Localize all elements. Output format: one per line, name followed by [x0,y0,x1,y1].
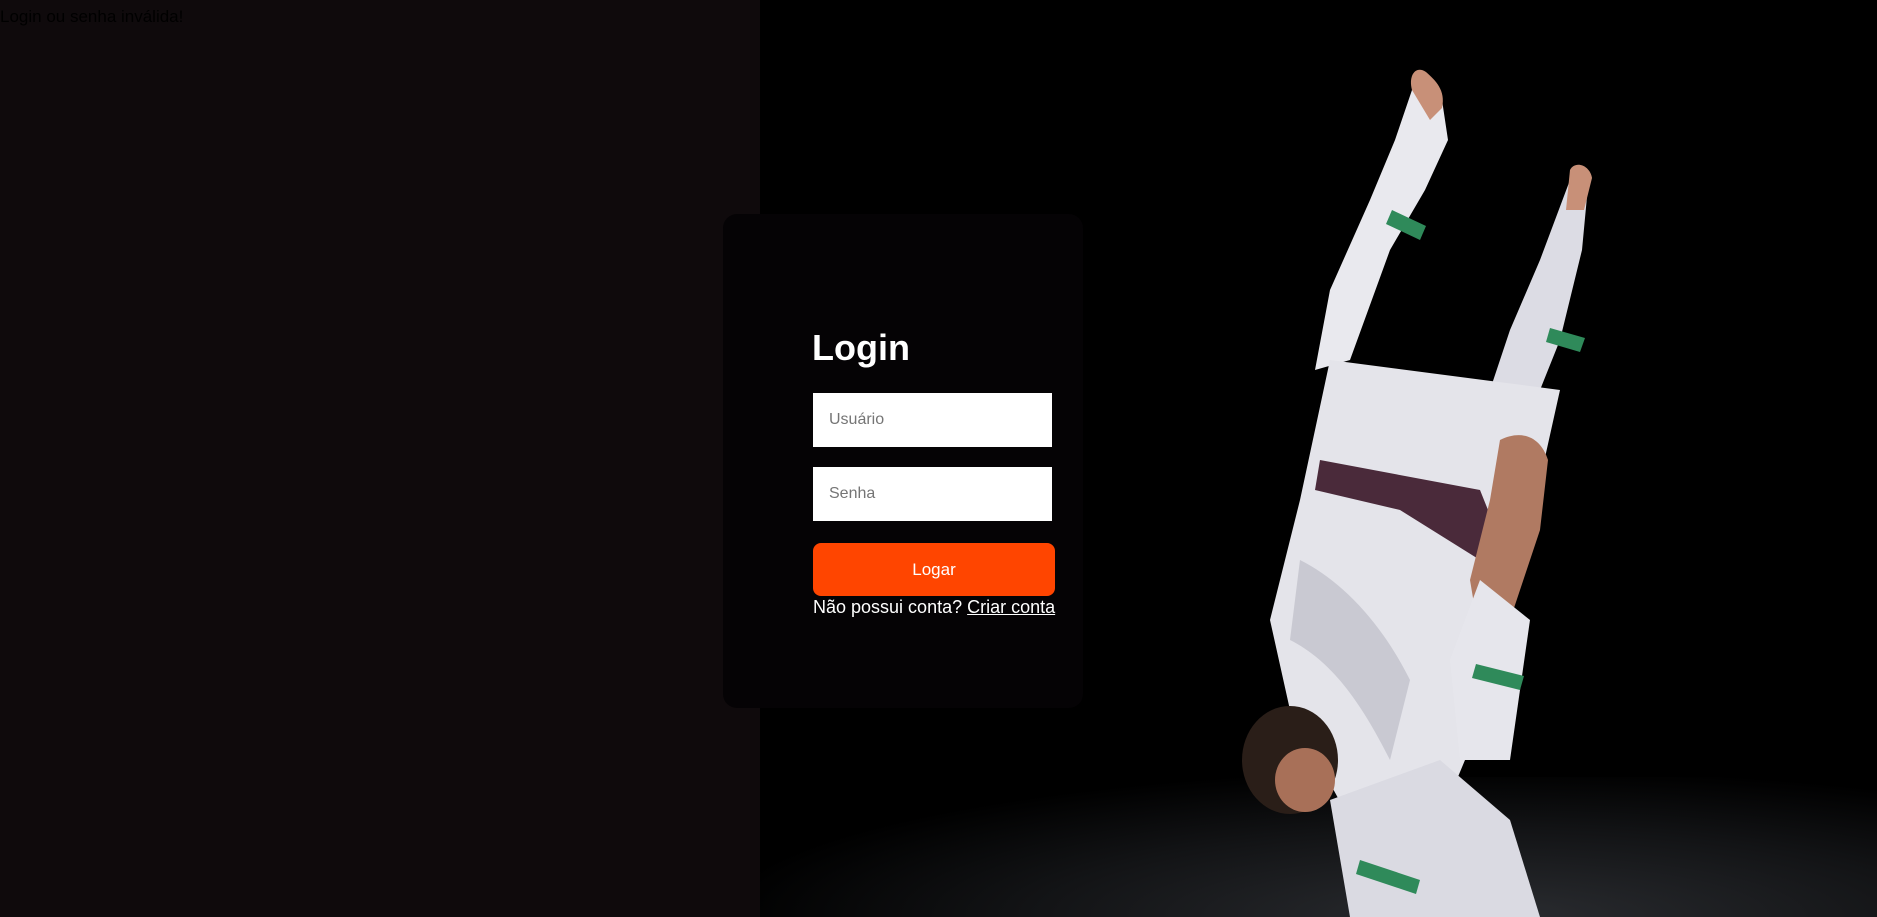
login-button[interactable]: Logar [813,543,1055,596]
username-input[interactable] [813,393,1052,447]
login-title: Login [812,327,910,368]
create-account-link[interactable]: Criar conta [967,597,1055,617]
left-panel [0,0,760,917]
signup-prompt-text: Não possui conta? [813,597,963,617]
jiu-jitsu-athlete-photo [1242,69,1592,917]
error-message: Login ou senha inválida! [0,7,184,26]
login-card [723,214,1083,708]
password-input[interactable] [813,467,1052,521]
signup-prompt-line: Não possui conta? Criar conta [813,596,1055,618]
